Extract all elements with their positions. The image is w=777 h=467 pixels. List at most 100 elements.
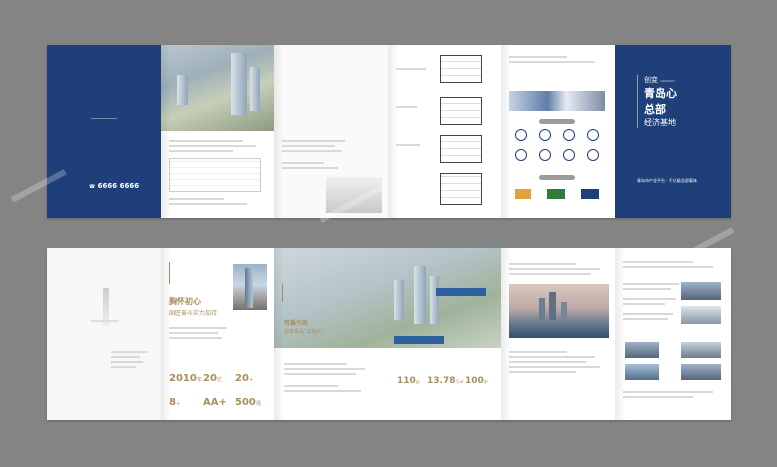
cover-title-main: 青岛心 — [644, 87, 677, 100]
services-text — [509, 53, 605, 66]
skyline-building — [561, 302, 567, 320]
stat-value: 20 — [235, 373, 249, 384]
text-line — [396, 144, 420, 146]
aerial-panel-text — [169, 137, 261, 208]
text-line — [282, 145, 335, 147]
text-line — [282, 162, 324, 164]
text-line — [509, 61, 596, 63]
info-table — [169, 158, 261, 192]
cover-title-sub: 总部 — [644, 103, 666, 116]
text-line — [623, 391, 713, 393]
stat-item: 20+ — [235, 366, 253, 385]
fold-shadow — [501, 45, 511, 218]
top-brochure: ☎ 6666 6666 创变 QINGDAO 青岛心 总部 经济基地 青岛市产业… — [47, 45, 731, 218]
history-heading: 胸怀初心 — [169, 297, 201, 306]
stat-item: 500强 — [235, 390, 261, 409]
stat-unit: 万㎡ — [455, 379, 464, 384]
stat-item: AA+ — [203, 390, 227, 409]
interior-text — [282, 137, 352, 172]
text-line — [623, 283, 679, 285]
text-line — [282, 150, 342, 152]
text-line — [282, 167, 338, 169]
stat-unit: 强 — [255, 401, 261, 407]
text-line — [169, 140, 243, 142]
district-heading: 筑巢引凤 — [284, 320, 309, 327]
tower-building — [394, 280, 404, 320]
text-line — [396, 68, 426, 70]
cover-footer-text: 青岛市产业平台 · 千亿级总部载体 — [637, 178, 697, 183]
floorplan-panel — [388, 45, 501, 218]
tower-building — [414, 266, 426, 324]
facilities-panel — [615, 248, 731, 420]
partner-logos — [515, 189, 599, 199]
tower-building — [177, 75, 188, 105]
service-icon — [539, 149, 551, 161]
text-line — [284, 385, 338, 387]
stat-item: 2010年 — [169, 366, 202, 385]
text-line — [111, 356, 140, 358]
facility-photo — [625, 342, 659, 358]
front-cover-panel: ☎ 6666 6666 — [47, 45, 161, 218]
facilities-footer — [623, 388, 723, 401]
text-line — [282, 140, 345, 142]
stat-value: 2010 — [169, 373, 197, 384]
text-line — [111, 366, 137, 368]
history-subheading: 国匠奋斗实力加持 — [169, 310, 218, 317]
stat-value: 20 — [203, 373, 217, 384]
service-icon — [563, 149, 575, 161]
skyline-text-bottom — [509, 348, 605, 376]
stat-item: 110亩 — [397, 368, 420, 387]
stat-unit: + — [248, 377, 254, 383]
cover-title-line1: 创变 QINGDAO — [644, 75, 704, 85]
text-line — [623, 303, 665, 305]
cover-rule — [91, 118, 117, 119]
history-panel: 胸怀初心 国匠奋斗实力加持 2010年 20亿 20+ 8+ AA+ 500强 — [161, 248, 274, 420]
text-line — [169, 203, 248, 205]
bottom-brochure: 胸怀初心 国匠奋斗实力加持 2010年 20亿 20+ 8+ AA+ 500强 … — [47, 248, 731, 420]
text-line — [169, 327, 227, 329]
skyline-text-top — [509, 260, 605, 278]
aerial-panel — [161, 45, 274, 218]
text-line — [509, 56, 567, 58]
fold-shadow — [615, 248, 625, 420]
text-line — [111, 361, 144, 363]
tower-building — [250, 67, 260, 111]
service-icon — [563, 129, 575, 141]
skyline-panel — [501, 248, 615, 420]
stat-unit: 年 — [196, 377, 202, 383]
tower-building — [231, 53, 247, 115]
cover-title-base: 经济基地 — [644, 118, 676, 127]
text-line — [623, 313, 674, 315]
cover-phone: ☎ 6666 6666 — [89, 182, 139, 190]
tower-building — [430, 276, 439, 324]
text-line — [284, 373, 356, 375]
text-line — [623, 318, 668, 320]
text-line — [509, 356, 596, 358]
section-pill — [539, 175, 575, 180]
facility-photo — [681, 306, 721, 324]
tower-building — [245, 268, 253, 308]
text-line — [169, 198, 225, 200]
text-line — [284, 390, 361, 392]
service-icon — [515, 129, 527, 141]
stat-item: 100米 — [465, 368, 488, 387]
text-line — [509, 351, 567, 353]
city-skyline-photo — [509, 284, 609, 338]
stat-value: 100 — [465, 376, 484, 386]
stat-item: 13.78万㎡ — [427, 368, 463, 387]
text-line — [623, 396, 693, 398]
text-line — [509, 263, 577, 265]
services-panel — [501, 45, 615, 218]
facilities-list — [623, 280, 679, 323]
floor-plan — [440, 173, 482, 205]
icon-row — [515, 149, 599, 161]
floor-plan — [440, 135, 482, 163]
map-label-tag — [436, 288, 486, 296]
district-subheading: 创变青岛“总名片” — [284, 329, 325, 335]
stat-unit: 米 — [483, 379, 488, 384]
stat-unit: 亿 — [216, 377, 222, 383]
text-line — [169, 145, 257, 147]
building-sketch-base — [91, 320, 119, 322]
floor-plan — [440, 97, 482, 125]
partner-logo — [581, 189, 599, 199]
